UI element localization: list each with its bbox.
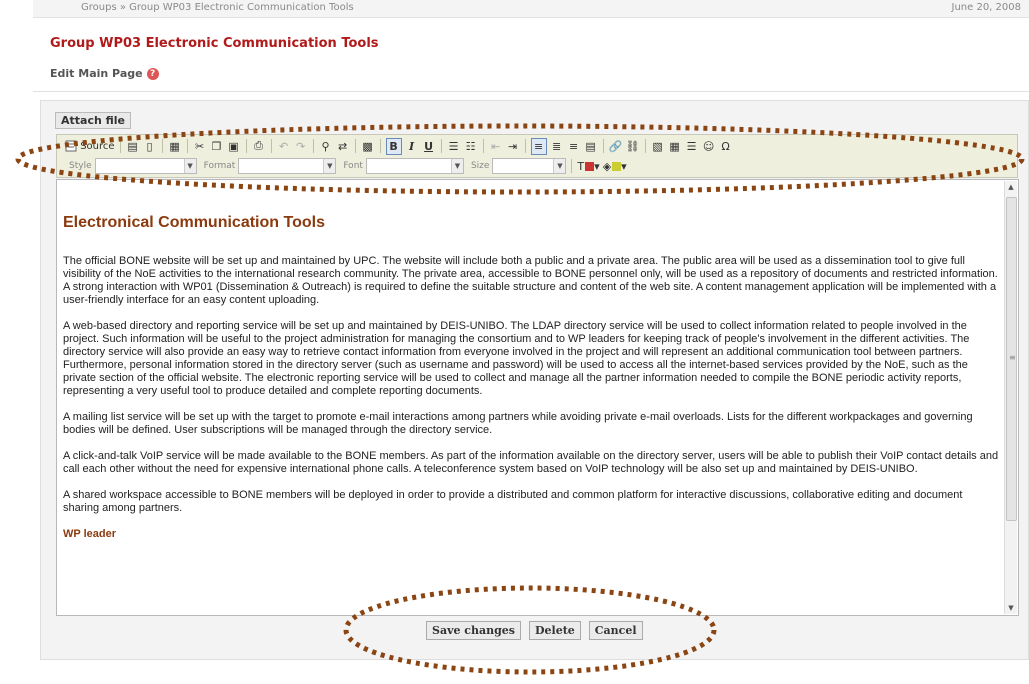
- bold-button[interactable]: B: [385, 137, 402, 155]
- paragraph: A web-based directory and reporting serv…: [63, 320, 970, 397]
- source-button[interactable]: Source: [65, 139, 115, 154]
- size-select[interactable]: ▼: [492, 158, 567, 174]
- paragraph: A click-and-talk VoIP service will be ma…: [63, 450, 999, 475]
- chevron-down-icon: ▼: [450, 159, 463, 173]
- align-center-icon[interactable]: ≣: [550, 139, 564, 154]
- paragraph: The official BONE website will be set up…: [63, 255, 998, 306]
- select-all-icon[interactable]: ▩: [361, 139, 375, 154]
- toolbar-row-1: Source ▤ ▯ ▦ ✂ ❐ ▣ ⎙ ↶ ↷ ⚲ ⇄ ▩ B I U ☰ ☷…: [65, 137, 733, 155]
- separator: [602, 139, 604, 153]
- table-icon[interactable]: ▦: [668, 139, 682, 154]
- horizontal-rule-icon[interactable]: ☰: [685, 139, 699, 154]
- source-icon: [65, 140, 77, 152]
- chevron-down-icon: ▼: [553, 159, 566, 173]
- outdent-icon[interactable]: ⇤: [489, 139, 503, 154]
- size-label: Size: [470, 161, 490, 171]
- separator: [524, 139, 526, 153]
- scroll-thumb[interactable]: ≡: [1006, 197, 1017, 521]
- chevron-down-icon: ▼: [323, 159, 336, 173]
- align-left-icon[interactable]: ≡: [530, 137, 547, 155]
- underline-button[interactable]: U: [422, 139, 436, 154]
- replace-icon[interactable]: ⇄: [336, 139, 350, 154]
- paragraph: A shared workspace accessible to BONE me…: [63, 489, 963, 514]
- separator: [186, 139, 188, 153]
- separator: [644, 139, 646, 153]
- toolbar-row-2: Style ▼ Format ▼ Font ▼ Size ▼ T ▾ ◈ ▾: [65, 157, 627, 175]
- style-select[interactable]: ▼: [94, 158, 197, 174]
- date-label: June 20, 2008: [951, 2, 1022, 13]
- separator: [440, 139, 442, 153]
- separator: [119, 139, 121, 153]
- separator: [270, 139, 272, 153]
- cancel-button[interactable]: Cancel: [588, 621, 643, 640]
- page-title: Group WP03 Electronic Communication Tool…: [50, 36, 379, 51]
- image-icon[interactable]: ▧: [651, 139, 665, 154]
- save-changes-button[interactable]: Save changes: [426, 621, 521, 640]
- separator: [245, 139, 247, 153]
- link-icon[interactable]: 🔗: [609, 139, 623, 154]
- indent-icon[interactable]: ⇥: [506, 139, 520, 154]
- editor-toolbar: Source ▤ ▯ ▦ ✂ ❐ ▣ ⎙ ↶ ↷ ⚲ ⇄ ▩ B I U ☰ ☷…: [56, 134, 1018, 178]
- subtitle-text: Edit Main Page: [50, 67, 143, 80]
- paragraph: A mailing list service will be set up wi…: [63, 411, 973, 436]
- preview-icon[interactable]: ▦: [168, 139, 182, 154]
- format-select[interactable]: ▼: [238, 158, 337, 174]
- grip-icon: ≡: [1009, 353, 1016, 362]
- scroll-up-icon[interactable]: ▲: [1005, 181, 1017, 193]
- editor-content[interactable]: Electronical Communication Tools The off…: [63, 180, 1001, 554]
- paste-icon[interactable]: ▣: [227, 139, 241, 154]
- find-icon[interactable]: ⚲: [319, 139, 333, 154]
- special-char-icon[interactable]: Ω: [719, 139, 733, 154]
- numbered-list-icon[interactable]: ☰: [447, 139, 461, 154]
- separator: [354, 139, 356, 153]
- text-color-icon[interactable]: T ▾: [577, 159, 599, 174]
- divider: [33, 91, 1029, 92]
- font-label: Font: [343, 161, 363, 171]
- content-heading: Electronical Communication Tools: [63, 214, 325, 231]
- attach-file-button[interactable]: Attach file: [55, 112, 132, 129]
- source-label: Source: [80, 140, 115, 152]
- help-icon[interactable]: ?: [146, 68, 159, 80]
- unlink-icon[interactable]: ⛓: [626, 139, 640, 154]
- scroll-down-icon[interactable]: ▼: [1005, 602, 1017, 614]
- redo-icon[interactable]: ↷: [294, 139, 308, 154]
- smiley-icon[interactable]: ☺: [702, 139, 716, 154]
- save-icon[interactable]: ▤: [126, 139, 140, 154]
- separator: [571, 159, 573, 173]
- breadcrumb[interactable]: Groups » Group WP03 Electronic Communica…: [81, 2, 354, 13]
- print-icon[interactable]: ⎙: [252, 139, 266, 154]
- top-bar: Groups » Group WP03 Electronic Communica…: [33, 0, 1029, 18]
- bulleted-list-icon[interactable]: ☷: [464, 139, 478, 154]
- editor-scrollbar[interactable]: ▲ ≡ ▼: [1004, 181, 1017, 614]
- editor-area[interactable]: Electronical Communication Tools The off…: [56, 179, 1019, 616]
- align-right-icon[interactable]: ≡: [567, 139, 581, 154]
- separator: [161, 139, 163, 153]
- font-select[interactable]: ▼: [365, 158, 464, 174]
- background-color-icon[interactable]: ◈ ▾: [603, 159, 627, 174]
- undo-icon[interactable]: ↶: [277, 139, 291, 154]
- separator: [379, 139, 381, 153]
- edit-main-page-heading: Edit Main Page?: [50, 67, 159, 80]
- style-label: Style: [69, 161, 92, 171]
- separator: [482, 139, 484, 153]
- chevron-down-icon: ▼: [183, 159, 196, 173]
- form-buttons: Save changes Delete Cancel: [426, 621, 643, 640]
- wp-leader-label: WP leader: [63, 528, 116, 540]
- justify-icon[interactable]: ▤: [584, 139, 598, 154]
- copy-icon[interactable]: ❐: [210, 139, 224, 154]
- separator: [312, 139, 314, 153]
- format-label: Format: [203, 161, 236, 171]
- delete-button[interactable]: Delete: [529, 621, 581, 640]
- italic-button[interactable]: I: [405, 139, 419, 154]
- new-page-icon[interactable]: ▯: [143, 139, 157, 154]
- cut-icon[interactable]: ✂: [193, 139, 207, 154]
